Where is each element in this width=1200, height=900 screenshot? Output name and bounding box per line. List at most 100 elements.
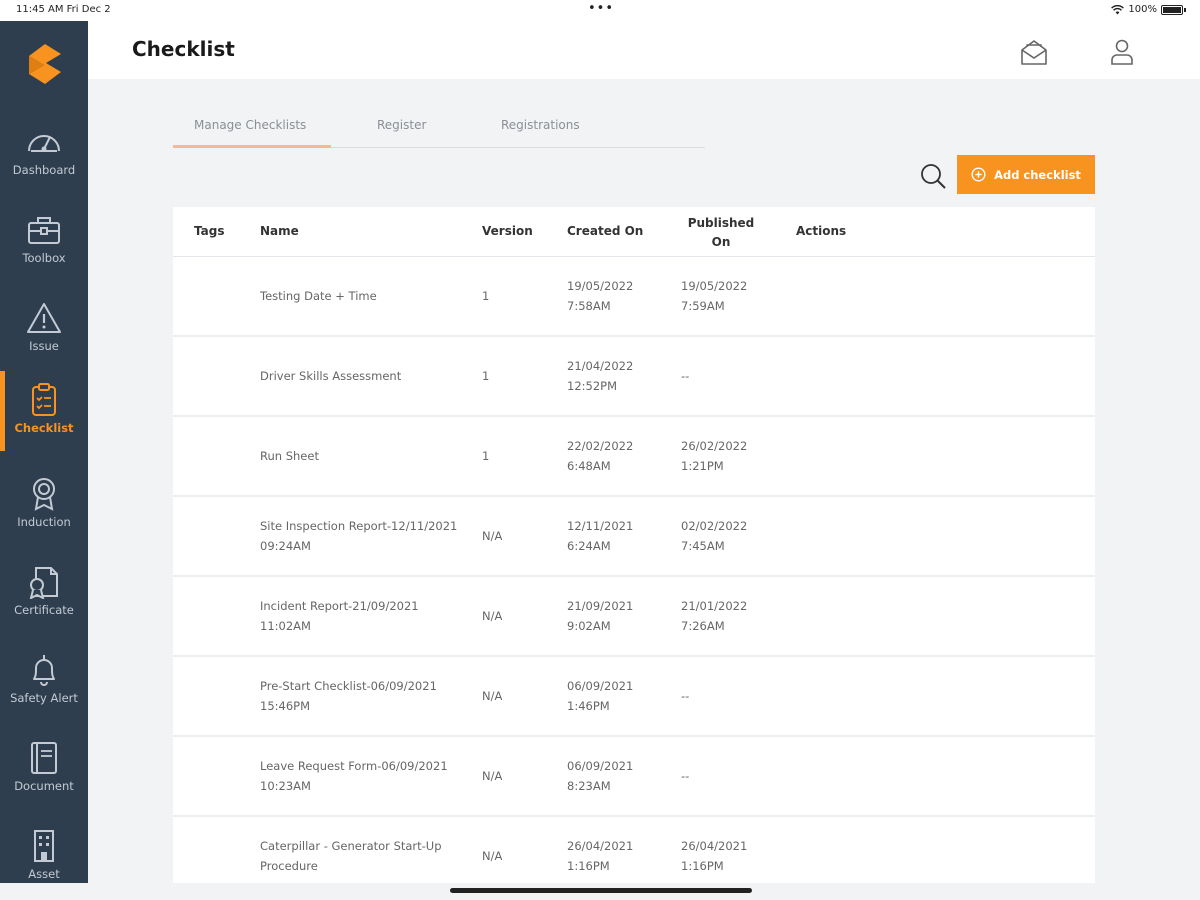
header-version: Version bbox=[482, 224, 533, 238]
row-name: Testing Date + Time bbox=[260, 289, 377, 303]
row-created-on: 19/05/2022 7:58AM bbox=[567, 279, 634, 313]
battery-percent: 100% bbox=[1128, 4, 1157, 15]
user-profile-icon[interactable] bbox=[1108, 38, 1136, 66]
header-actions: Actions bbox=[796, 224, 847, 238]
row-created-on: 12/11/2021 6:24AM bbox=[567, 519, 634, 553]
toolbox-icon bbox=[25, 211, 63, 249]
battery-nub bbox=[1184, 7, 1186, 12]
multitask-dots[interactable]: ••• bbox=[588, 1, 614, 16]
row-published-on: -- bbox=[681, 769, 690, 783]
row-published-on: -- bbox=[681, 689, 690, 703]
sidebar-item-label: Checklist bbox=[14, 421, 74, 435]
row-version: 1 bbox=[482, 369, 490, 383]
row-created-on: 21/09/2021 9:02AM bbox=[567, 599, 634, 633]
sidebar-item-label: Certificate bbox=[14, 603, 74, 617]
header-created-on: Created On bbox=[567, 224, 644, 238]
row-name: Leave Request Form-06/09/2021 10:23AM bbox=[260, 759, 448, 793]
table-header: Tags Name Version Created On Published O… bbox=[173, 207, 1095, 257]
row-created-on: 21/04/2022 12:52PM bbox=[567, 359, 634, 393]
row-published-on: -- bbox=[681, 369, 690, 383]
row-published-on: 26/04/2021 1:16PM bbox=[681, 839, 748, 873]
checklist-table: Tags Name Version Created On Published O… bbox=[173, 207, 1095, 883]
row-created-on: 06/09/2021 8:23AM bbox=[567, 759, 634, 793]
row-published-on: 02/02/2022 7:45AM bbox=[681, 519, 748, 553]
table-row[interactable]: Testing Date + Time 1 19/05/2022 7:58AM 1… bbox=[173, 257, 1095, 337]
table-row[interactable]: Site Inspection Report-12/11/2021 09:24AM… bbox=[173, 497, 1095, 577]
gauge-icon bbox=[25, 123, 63, 161]
sidebar-item-toolbox[interactable]: Toolbox bbox=[0, 201, 88, 287]
row-created-on: 22/02/2022 6:48AM bbox=[567, 439, 634, 473]
sidebar-item-label: Induction bbox=[17, 515, 71, 529]
row-name: Pre-Start Checklist-06/09/2021 15:46PM bbox=[260, 679, 437, 713]
book-icon bbox=[25, 739, 63, 777]
sidebar-item-label: Asset bbox=[28, 867, 60, 881]
status-right: 100% bbox=[1111, 4, 1186, 15]
row-created-on: 26/04/2021 1:16PM bbox=[567, 839, 634, 873]
row-version: 1 bbox=[482, 289, 490, 303]
table-row[interactable]: Leave Request Form-06/09/2021 10:23AM N/A… bbox=[173, 737, 1095, 817]
add-checklist-label: Add checklist bbox=[994, 167, 1081, 182]
row-published-on: 26/02/2022 1:21PM bbox=[681, 439, 748, 473]
sidebar-item-safety-alert[interactable]: Safety Alert bbox=[0, 641, 88, 727]
app-logo bbox=[29, 44, 61, 84]
sidebar-item-label: Safety Alert bbox=[10, 691, 78, 705]
sidebar-item-document[interactable]: Document bbox=[0, 729, 88, 815]
tab-manage-checklists[interactable]: Manage Checklists bbox=[194, 118, 306, 132]
table-row[interactable]: Incident Report-21/09/2021 11:02AM N/A 21… bbox=[173, 577, 1095, 657]
bell-icon bbox=[25, 651, 63, 689]
sidebar-item-label: Issue bbox=[29, 339, 59, 353]
header-published-on: Published On bbox=[681, 214, 761, 252]
row-published-on: 21/01/2022 7:26AM bbox=[681, 599, 748, 633]
row-version: 1 bbox=[482, 449, 490, 463]
row-version: N/A bbox=[482, 849, 503, 863]
table-row[interactable]: Pre-Start Checklist-06/09/2021 15:46PM N/… bbox=[173, 657, 1095, 737]
plus-circle-icon bbox=[971, 167, 986, 182]
clipboard-icon bbox=[25, 381, 63, 419]
row-version: N/A bbox=[482, 529, 503, 543]
tab-bar: Manage Checklists Register Registrations bbox=[173, 110, 705, 148]
add-checklist-button[interactable]: Add checklist bbox=[957, 155, 1095, 194]
header-tags: Tags bbox=[194, 224, 225, 238]
status-time: 11:45 AM Fri Dec 2 bbox=[16, 4, 111, 15]
row-name: Run Sheet bbox=[260, 449, 319, 463]
sidebar-item-issue[interactable]: Issue bbox=[0, 289, 88, 375]
battery-icon bbox=[1161, 4, 1183, 15]
row-published-on: 19/05/2022 7:59AM bbox=[681, 279, 748, 313]
home-indicator[interactable] bbox=[450, 888, 752, 893]
row-name: Site Inspection Report-12/11/2021 09:24AM bbox=[260, 519, 458, 553]
row-version: N/A bbox=[482, 769, 503, 783]
table-row[interactable]: Driver Skills Assessment 1 21/04/2022 12:… bbox=[173, 337, 1095, 417]
header-name: Name bbox=[260, 224, 299, 238]
sidebar: Dashboard Toolbox Issue Checklist Induct… bbox=[0, 21, 88, 883]
table-row[interactable]: Run Sheet 1 22/02/2022 6:48AM 26/02/2022 1… bbox=[173, 417, 1095, 497]
row-name: Caterpillar - Generator Start-Up Procedur… bbox=[260, 839, 442, 873]
active-tab-indicator bbox=[173, 145, 331, 148]
row-version: N/A bbox=[482, 609, 503, 623]
row-name: Driver Skills Assessment bbox=[260, 369, 402, 383]
header: Checklist bbox=[88, 21, 1200, 79]
sidebar-item-checklist[interactable]: Checklist bbox=[0, 371, 88, 457]
row-version: N/A bbox=[482, 689, 503, 703]
mail-icon[interactable] bbox=[1020, 38, 1048, 66]
certificate-icon bbox=[25, 563, 63, 601]
tab-registrations[interactable]: Registrations bbox=[501, 118, 580, 132]
wifi-icon bbox=[1111, 4, 1125, 14]
search-icon[interactable] bbox=[918, 161, 948, 191]
sidebar-item-induction[interactable]: Induction bbox=[0, 465, 88, 551]
sidebar-item-label: Dashboard bbox=[12, 163, 76, 177]
sidebar-item-certificate[interactable]: Certificate bbox=[0, 553, 88, 639]
page-title: Checklist bbox=[132, 37, 235, 61]
header-published-line1: Published bbox=[687, 216, 755, 230]
sidebar-item-label: Document bbox=[14, 779, 74, 793]
row-created-on: 06/09/2021 1:46PM bbox=[567, 679, 634, 713]
sidebar-item-dashboard[interactable]: Dashboard bbox=[0, 113, 88, 199]
warning-icon bbox=[25, 299, 63, 337]
header-published-line2: On bbox=[711, 235, 731, 249]
award-icon bbox=[25, 475, 63, 513]
building-icon bbox=[25, 827, 63, 865]
sidebar-item-asset[interactable]: Asset bbox=[0, 817, 88, 900]
sidebar-item-label: Toolbox bbox=[22, 251, 66, 265]
tab-register[interactable]: Register bbox=[377, 118, 426, 132]
row-name: Incident Report-21/09/2021 11:02AM bbox=[260, 599, 419, 633]
table-row[interactable]: Caterpillar - Generator Start-Up Procedur… bbox=[173, 817, 1095, 883]
